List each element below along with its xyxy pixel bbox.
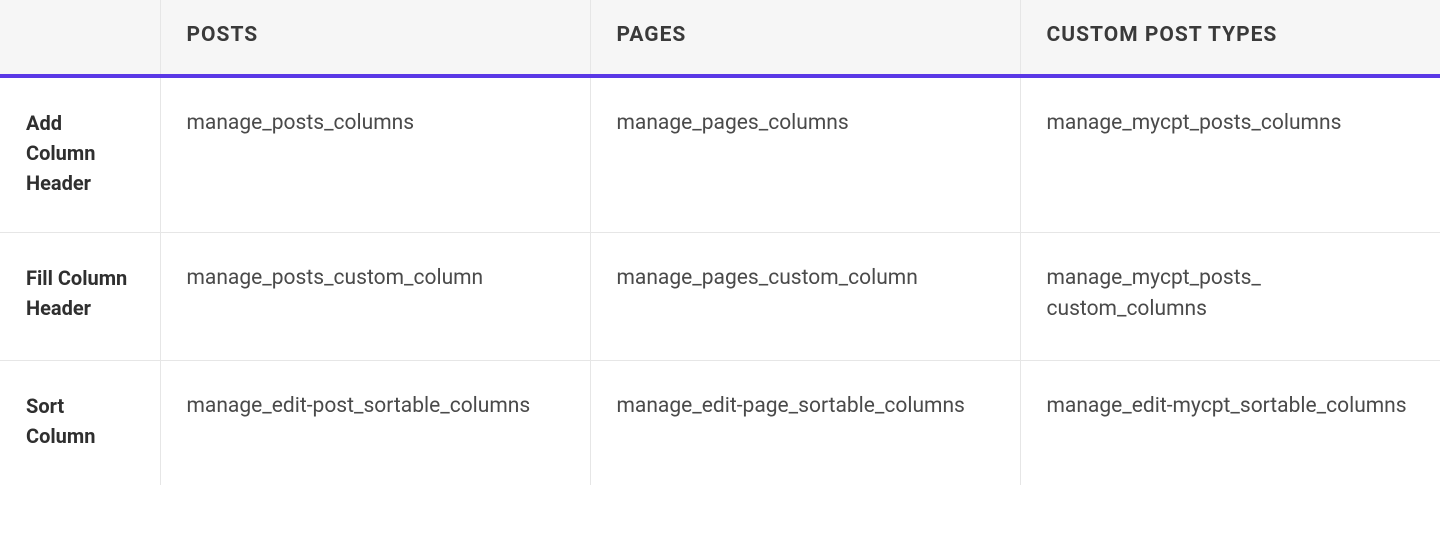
cell-fill-pages: manage_pages_custom_​column (590, 232, 1020, 360)
cell-add-posts: manage_posts_columns (160, 76, 590, 233)
row-label-sort-column: Sort Column (0, 360, 160, 485)
table-row: Fill Column Header manage_posts_custom_​… (0, 232, 1440, 360)
table-row: Add Column Header manage_posts_columns m… (0, 76, 1440, 233)
table-header-blank (0, 0, 160, 76)
cell-fill-posts: manage_posts_custom_​column (160, 232, 590, 360)
hooks-table: POSTS PAGES CUSTOM POST TYPES Add Column… (0, 0, 1440, 485)
cell-add-pages: manage_pages_columns (590, 76, 1020, 233)
table-header-posts: POSTS (160, 0, 590, 76)
table-header-pages: PAGES (590, 0, 1020, 76)
cell-sort-posts: manage_edit-post_sortable​_columns (160, 360, 590, 485)
cell-sort-pages: manage_edit-page_sortable​_columns (590, 360, 1020, 485)
cell-sort-cpt: manage_edit-mycpt_​sortable_columns (1020, 360, 1440, 485)
table-row: Sort Column manage_edit-post_sortable​_c… (0, 360, 1440, 485)
row-label-add-column-header: Add Column Header (0, 76, 160, 233)
row-label-fill-column-header: Fill Column Header (0, 232, 160, 360)
hooks-table-wrapper: POSTS PAGES CUSTOM POST TYPES Add Column… (0, 0, 1440, 485)
cell-add-cpt: manage_mycpt_posts_​columns (1020, 76, 1440, 233)
cell-fill-cpt: manage_mycpt_posts_​custom_columns (1020, 232, 1440, 360)
table-header-cpt: CUSTOM POST TYPES (1020, 0, 1440, 76)
table-header-row: POSTS PAGES CUSTOM POST TYPES (0, 0, 1440, 76)
